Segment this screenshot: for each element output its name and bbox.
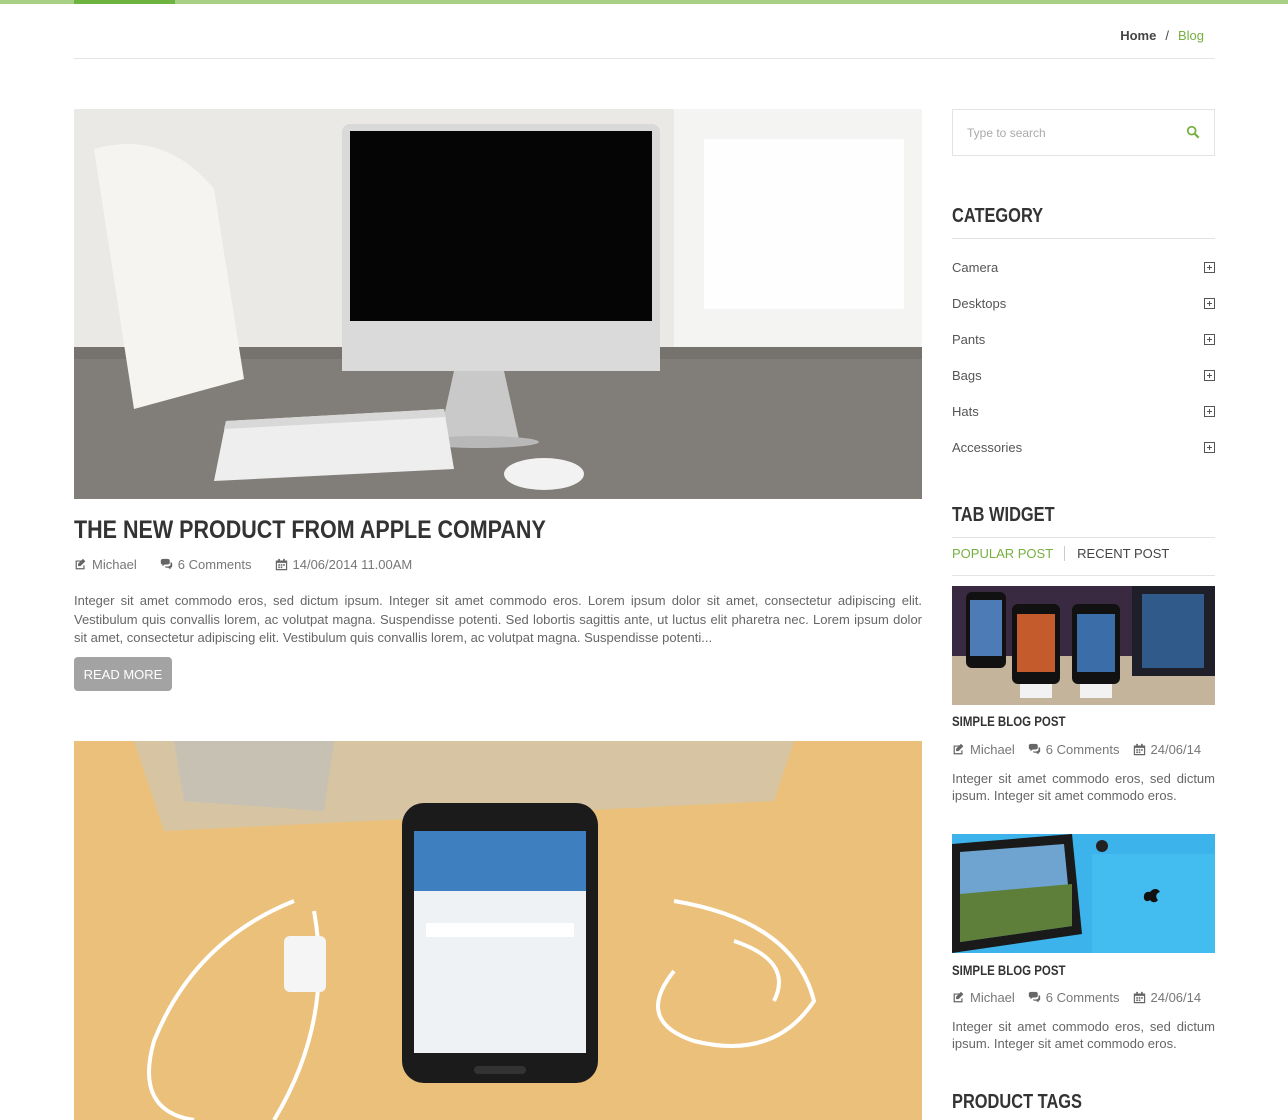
imac-illustration bbox=[74, 109, 922, 499]
category-item-bags[interactable]: Bags bbox=[952, 357, 1215, 393]
post-author[interactable]: Michael bbox=[74, 557, 137, 572]
category-item-accessories[interactable]: Accessories bbox=[952, 429, 1215, 465]
side-post-date: 24/06/14 bbox=[1133, 742, 1202, 757]
side-post-date: 24/06/14 bbox=[1133, 990, 1202, 1005]
search-box bbox=[952, 109, 1215, 156]
category-list: Camera Desktops Pants Bags Hats Accessor… bbox=[952, 249, 1215, 465]
plus-square-icon[interactable] bbox=[1204, 369, 1215, 381]
post-date: 14/06/2014 11.00AM bbox=[275, 557, 413, 572]
comments-icon bbox=[160, 558, 172, 570]
edit-icon bbox=[953, 743, 964, 755]
category-widget-divider bbox=[952, 238, 1215, 239]
post-title[interactable]: THE NEW PRODUCT FROM APPLE COMPANY bbox=[74, 516, 546, 545]
tab-recent-post[interactable]: RECENT POST bbox=[1065, 546, 1169, 561]
breadcrumb-separator: / bbox=[1165, 28, 1169, 43]
tab-widget-divider bbox=[952, 537, 1215, 538]
side-post-title[interactable]: SIMPLE BLOG POST bbox=[952, 713, 1066, 729]
side-post-meta: Michael 6 Comments 24/06/14 bbox=[952, 990, 1201, 1005]
category-item-pants[interactable]: Pants bbox=[952, 321, 1215, 357]
tab-widget-tabs: POPULAR POST RECENT POST bbox=[952, 546, 1215, 561]
edit-icon bbox=[75, 558, 86, 570]
side-post-excerpt: Integer sit amet commodo eros, sed dictu… bbox=[952, 771, 1215, 803]
category-label: Pants bbox=[952, 331, 986, 347]
category-label: Camera bbox=[952, 259, 999, 275]
side-post-date-value: 24/06/14 bbox=[1150, 990, 1202, 1005]
read-more-button[interactable]: Read More bbox=[74, 657, 172, 691]
breadcrumb-home-link[interactable]: Home bbox=[1120, 28, 1156, 43]
plus-square-icon[interactable] bbox=[1204, 405, 1215, 417]
side-post-author[interactable]: Michael bbox=[952, 742, 1015, 757]
plus-square-icon[interactable] bbox=[1204, 297, 1215, 309]
side-post-comments[interactable]: 6 Comments bbox=[1028, 990, 1120, 1005]
side-post-image-iphone-blue[interactable] bbox=[952, 834, 1215, 953]
edit-icon bbox=[953, 991, 964, 1003]
breadcrumb-current: Blog bbox=[1177, 28, 1204, 43]
iphones-illustration bbox=[952, 586, 1215, 705]
tabs-divider bbox=[952, 575, 1215, 576]
category-item-desktops[interactable]: Desktops bbox=[952, 285, 1215, 321]
header-divider bbox=[74, 58, 1215, 59]
calendar-icon bbox=[275, 558, 287, 571]
search-input[interactable] bbox=[953, 110, 1173, 155]
search-icon[interactable] bbox=[1186, 125, 1200, 139]
calendar-icon bbox=[1133, 991, 1145, 1004]
post-image-samsung[interactable] bbox=[74, 741, 922, 1120]
category-label: Bags bbox=[952, 367, 982, 383]
post-author-name: Michael bbox=[92, 557, 137, 572]
breadcrumb: Home / Blog bbox=[1120, 28, 1204, 43]
iphone-blue-illustration bbox=[952, 834, 1215, 953]
comments-icon bbox=[1028, 743, 1040, 755]
post-date-value: 14/06/2014 11.00AM bbox=[292, 557, 413, 572]
plus-square-icon[interactable] bbox=[1204, 261, 1215, 273]
category-widget-title: CATEGORY bbox=[952, 205, 1044, 227]
comments-icon bbox=[1028, 991, 1040, 1003]
post-image-imac[interactable] bbox=[74, 109, 922, 499]
plus-square-icon[interactable] bbox=[1204, 441, 1215, 453]
side-post-comments-count: 6 Comments bbox=[1045, 742, 1120, 757]
side-post-meta: Michael 6 Comments 24/06/14 bbox=[952, 742, 1201, 757]
side-post-author[interactable]: Michael bbox=[952, 990, 1015, 1005]
side-post-author-name: Michael bbox=[970, 990, 1015, 1005]
top-accent-bar-active bbox=[74, 0, 175, 4]
side-post-author-name: Michael bbox=[970, 742, 1015, 757]
plus-square-icon[interactable] bbox=[1204, 333, 1215, 345]
post-comments[interactable]: 6 Comments bbox=[160, 557, 252, 572]
side-post-comments-count: 6 Comments bbox=[1045, 990, 1120, 1005]
category-item-camera[interactable]: Camera bbox=[952, 249, 1215, 285]
top-accent-bar bbox=[0, 0, 1288, 4]
side-post-title[interactable]: SIMPLE BLOG POST bbox=[952, 962, 1066, 978]
category-label: Accessories bbox=[952, 439, 1023, 455]
tab-widget-title: TAB WIDGET bbox=[952, 504, 1055, 526]
post-meta: Michael 6 Comments 14/06/2014 11.00AM bbox=[74, 557, 412, 572]
post-comments-count: 6 Comments bbox=[177, 557, 252, 572]
side-post-image-iphones[interactable] bbox=[952, 586, 1215, 705]
post-excerpt: Integer sit amet commodo eros, sed dictu… bbox=[74, 593, 922, 645]
tab-popular-post[interactable]: POPULAR POST bbox=[952, 546, 1066, 561]
side-post-comments[interactable]: 6 Comments bbox=[1028, 742, 1120, 757]
category-label: Hats bbox=[952, 403, 979, 419]
samsung-phone-illustration bbox=[74, 741, 922, 1120]
product-tags-widget-title: PRODUCT TAGS bbox=[952, 1091, 1082, 1113]
category-label: Desktops bbox=[952, 295, 1007, 311]
side-post-date-value: 24/06/14 bbox=[1150, 742, 1202, 757]
side-post-excerpt: Integer sit amet commodo eros, sed dictu… bbox=[952, 1019, 1215, 1051]
calendar-icon bbox=[1133, 743, 1145, 756]
category-item-hats[interactable]: Hats bbox=[952, 393, 1215, 429]
